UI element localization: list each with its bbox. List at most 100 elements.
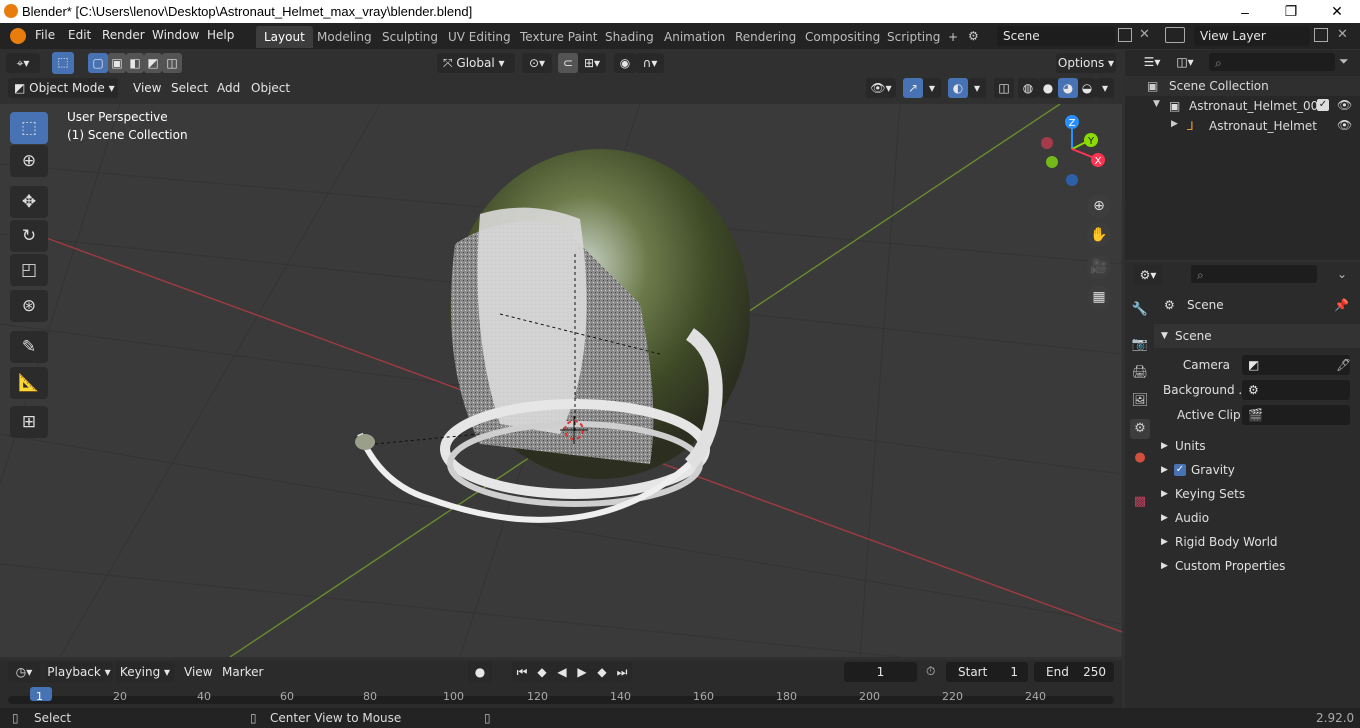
- perspective-grid-icon[interactable]: ▦: [1087, 285, 1111, 309]
- subpanel-rigid-body-world[interactable]: ▶ Rigid Body World: [1154, 530, 1360, 554]
- transform-orientation-dropdown[interactable]: ⤧ Global ▾: [437, 53, 515, 73]
- viewport-menu-select[interactable]: Select: [171, 81, 208, 95]
- wireframe-shading-icon[interactable]: ◍: [1018, 78, 1038, 98]
- rotate-tool[interactable]: ↻: [10, 220, 48, 252]
- gravity-checkbox[interactable]: ✓: [1174, 464, 1186, 476]
- solid-shading-icon[interactable]: ●: [1038, 78, 1058, 98]
- select-box-tool-icon[interactable]: ⬚: [52, 52, 74, 74]
- close-button[interactable]: ✕: [1314, 0, 1360, 23]
- scene-icon[interactable]: ⚙: [968, 29, 979, 43]
- tab-modeling[interactable]: Modeling: [309, 26, 380, 48]
- object-visibility-icon[interactable]: 👁: [1337, 118, 1352, 132]
- 3d-viewport[interactable]: Z Y X User Perspective (1) Scene Collect…: [0, 104, 1122, 657]
- menu-render[interactable]: Render: [102, 28, 145, 42]
- play-reverse-icon[interactable]: ◀: [552, 662, 572, 682]
- world-tab-icon[interactable]: ●: [1130, 448, 1150, 468]
- viewport-menu-object[interactable]: Object: [251, 81, 290, 95]
- collection-visibility-icon[interactable]: 👁: [1337, 98, 1352, 112]
- prev-keyframe-icon[interactable]: ◆: [532, 662, 552, 682]
- subpanel-keying-sets[interactable]: ▶ Keying Sets: [1154, 482, 1360, 506]
- jump-start-icon[interactable]: ⏮: [512, 662, 532, 682]
- helmet-connector[interactable]: [355, 434, 375, 450]
- scene-tab-icon[interactable]: ⚙: [1130, 419, 1150, 439]
- cursor-tool[interactable]: ⊕: [10, 145, 48, 177]
- filter-icon[interactable]: ⏷: [1339, 54, 1349, 69]
- subpanel-audio[interactable]: ▶ Audio: [1154, 506, 1360, 530]
- new-view-layer-icon[interactable]: [1314, 28, 1328, 42]
- expand-arrow-icon[interactable]: ▼: [1153, 99, 1160, 109]
- add-cube-tool[interactable]: ⊞: [10, 406, 48, 438]
- timeline-editor-type-icon[interactable]: ◷▾: [8, 662, 40, 682]
- mode-dropdown[interactable]: ◩ Object Mode ▾: [8, 78, 118, 98]
- menu-help[interactable]: Help: [207, 28, 234, 42]
- gizmo-toggle-icon[interactable]: ↗: [903, 78, 923, 98]
- overlay-dropdown-icon[interactable]: ▾: [968, 78, 986, 98]
- collection-checkbox[interactable]: ✓: [1317, 99, 1329, 111]
- shading-dropdown-icon[interactable]: ▾: [1096, 78, 1114, 98]
- zoom-icon[interactable]: ⊕: [1087, 194, 1111, 218]
- menu-window[interactable]: Window: [152, 28, 199, 42]
- tab-uv-editing[interactable]: UV Editing: [440, 26, 519, 48]
- stopwatch-icon[interactable]: ⏱: [926, 664, 935, 679]
- delete-scene-icon[interactable]: ✕: [1139, 27, 1150, 42]
- props-editor-type-icon[interactable]: ⚙▾: [1133, 265, 1163, 285]
- scale-tool[interactable]: ◰: [10, 254, 48, 286]
- playback-dropdown[interactable]: Playback ▾: [46, 662, 112, 682]
- gizmo-dropdown-icon[interactable]: ▾: [923, 78, 941, 98]
- proportional-falloff-icon[interactable]: ∩▾: [636, 53, 664, 73]
- select-box-tool[interactable]: ⬚: [10, 112, 48, 144]
- outliner-search-input[interactable]: ⌕: [1209, 53, 1335, 71]
- auto-keying-icon[interactable]: ●: [468, 662, 492, 682]
- outliner-row-scene-collection[interactable]: ▣ Scene Collection: [1125, 76, 1360, 96]
- blender-menu-icon[interactable]: [10, 28, 26, 44]
- snap-element-icon[interactable]: ⊞▾: [578, 53, 606, 73]
- active-clip-field[interactable]: 🎬: [1242, 405, 1350, 425]
- play-icon[interactable]: ▶: [572, 662, 592, 682]
- proportional-edit-icon[interactable]: ◉: [614, 53, 636, 73]
- camera-field[interactable]: ◩: [1242, 355, 1350, 375]
- delete-view-layer-icon[interactable]: ✕: [1337, 27, 1348, 42]
- menu-file[interactable]: File: [35, 28, 55, 42]
- outliner-editor-type-icon[interactable]: ☰▾: [1137, 52, 1167, 72]
- maximize-button[interactable]: ❐: [1268, 0, 1314, 23]
- props-options-icon[interactable]: ⌄: [1337, 267, 1347, 281]
- subpanel-gravity[interactable]: ▶ ✓ Gravity: [1154, 458, 1360, 482]
- mode-subtract-selection-icon[interactable]: ◧: [126, 53, 144, 73]
- tool-tab-icon[interactable]: 🔧: [1130, 300, 1150, 320]
- tab-layout[interactable]: Layout: [256, 26, 313, 48]
- material-preview-icon[interactable]: ◕: [1058, 78, 1078, 98]
- pivot-point-icon[interactable]: ⊙▾: [522, 53, 552, 73]
- view-layer-field[interactable]: View Layer: [1194, 26, 1310, 46]
- tab-texture-paint[interactable]: Texture Paint: [512, 26, 605, 48]
- camera-view-icon[interactable]: 🎥: [1087, 255, 1111, 279]
- annotate-tool[interactable]: ✎: [10, 331, 48, 363]
- props-search-input[interactable]: ⌕: [1191, 265, 1317, 283]
- view-layer-tab-icon[interactable]: 🖼: [1130, 391, 1150, 411]
- jump-end-icon[interactable]: ⏭: [612, 662, 632, 682]
- pin-icon[interactable]: 📌: [1334, 293, 1349, 317]
- pan-hand-icon[interactable]: ✋: [1087, 223, 1111, 247]
- new-scene-icon[interactable]: [1118, 28, 1132, 42]
- minimize-button[interactable]: –: [1222, 0, 1268, 23]
- view-layer-icon[interactable]: [1165, 27, 1185, 43]
- display-mode-icon[interactable]: ◫▾: [1171, 52, 1199, 72]
- mode-new-selection-icon[interactable]: ▢: [88, 53, 108, 73]
- subpanel-custom-properties[interactable]: ▶ Custom Properties: [1154, 554, 1360, 578]
- rendered-shading-icon[interactable]: ◒: [1078, 78, 1096, 98]
- next-keyframe-icon[interactable]: ◆: [592, 662, 612, 682]
- timeline-menu-marker[interactable]: Marker: [222, 665, 263, 679]
- mode-extend-selection-icon[interactable]: ▣: [108, 53, 126, 73]
- viewport-canvas[interactable]: Z Y X: [0, 104, 1122, 657]
- outliner-row-collection[interactable]: ▼ ▣ Astronaut_Helmet_001 ✓ 👁: [1125, 96, 1360, 116]
- navigation-gizmo[interactable]: Z Y X: [1041, 115, 1105, 186]
- mode-invert-selection-icon[interactable]: ◩: [144, 53, 162, 73]
- start-frame-field[interactable]: Start 1: [946, 662, 1028, 682]
- add-workspace-button[interactable]: +: [940, 26, 966, 48]
- measure-tool[interactable]: 📐: [10, 367, 48, 399]
- viewport-menu-view[interactable]: View: [133, 81, 161, 95]
- menu-edit[interactable]: Edit: [68, 28, 91, 42]
- options-dropdown[interactable]: Options ▾: [1056, 53, 1116, 73]
- keying-dropdown[interactable]: Keying ▾: [116, 662, 174, 682]
- end-frame-field[interactable]: End 250: [1034, 662, 1114, 682]
- scene-field[interactable]: Scene: [997, 26, 1115, 46]
